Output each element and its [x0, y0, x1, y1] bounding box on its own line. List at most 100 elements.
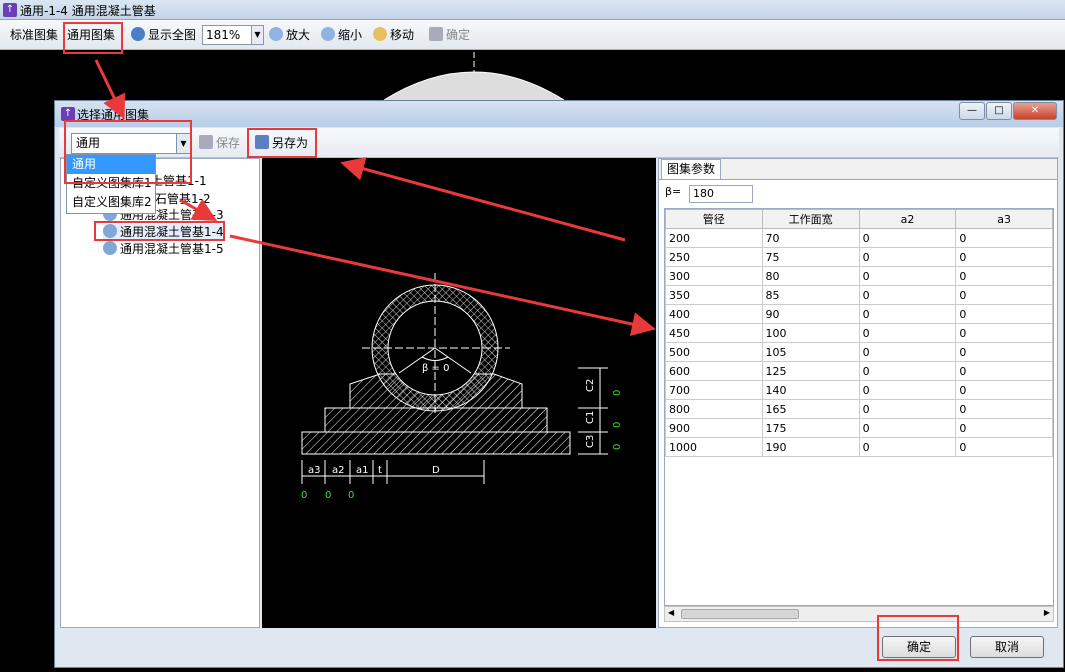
show-all-button[interactable]: 显示全图	[131, 26, 196, 44]
table-cell[interactable]: 0	[858, 247, 957, 267]
table-cell[interactable]: 140	[761, 380, 860, 400]
table-cell[interactable]: 1000	[665, 437, 763, 457]
table-cell[interactable]: 250	[665, 247, 763, 267]
maximize-button[interactable]: □	[986, 102, 1012, 120]
column-header[interactable]: a3	[955, 209, 1053, 229]
table-cell[interactable]: 0	[955, 285, 1053, 305]
table-cell[interactable]: 600	[665, 361, 763, 381]
dim-a3-value: 0	[301, 490, 307, 501]
dropdown-option[interactable]: 自定义图集库2	[67, 193, 155, 212]
table-cell[interactable]: 800	[665, 399, 763, 419]
table-cell[interactable]: 90	[761, 304, 860, 324]
table-cell[interactable]: 0	[858, 304, 957, 324]
table-cell[interactable]: 0	[955, 323, 1053, 343]
table-cell[interactable]: 70	[761, 228, 860, 248]
table-cell[interactable]: 100	[761, 323, 860, 343]
table-row: 450 100 0 0	[665, 323, 1053, 343]
table-cell[interactable]: 125	[761, 361, 860, 381]
dim-c2: C2	[585, 379, 596, 392]
close-button[interactable]: ✕	[1013, 102, 1057, 120]
table-cell[interactable]: 80	[761, 266, 860, 286]
table-cell[interactable]: 105	[761, 342, 860, 362]
table-row: 600 125 0 0	[665, 361, 1053, 381]
table-row: 800 165 0 0	[665, 399, 1053, 419]
toolbar-confirm-button[interactable]: 确定	[429, 26, 470, 44]
zoom-out-label: 缩小	[338, 28, 363, 42]
tab-params[interactable]: 图集参数	[661, 159, 721, 179]
scroll-left-icon[interactable]: ◀	[668, 608, 674, 617]
table-cell[interactable]: 0	[858, 342, 957, 362]
table-cell[interactable]: 0	[955, 266, 1053, 286]
scroll-right-icon[interactable]: ▶	[1044, 608, 1050, 617]
table-cell[interactable]: 0	[955, 418, 1053, 438]
save-button[interactable]: 保存	[199, 134, 240, 152]
tree-item-label: 通用混凝土管基1-5	[120, 242, 224, 256]
column-header[interactable]: 工作面宽	[761, 209, 860, 229]
table-row: 250 75 0 0	[665, 247, 1053, 267]
move-button[interactable]: 移动	[373, 26, 414, 44]
table-cell[interactable]: 900	[665, 418, 763, 438]
table-cell[interactable]: 0	[955, 304, 1053, 324]
chevron-down-icon: ▼	[251, 26, 263, 44]
table-cell[interactable]: 0	[955, 247, 1053, 267]
table-cell[interactable]: 165	[761, 399, 860, 419]
table-cell[interactable]: 175	[761, 418, 860, 438]
app-icon: ↑	[3, 3, 17, 17]
dim-c1: C1	[585, 411, 596, 424]
zoom-out-button[interactable]: 缩小	[321, 26, 362, 44]
table-cell[interactable]: 0	[955, 342, 1053, 362]
horizontal-scrollbar[interactable]: ◀ ▶	[664, 606, 1054, 622]
table-cell[interactable]: 450	[665, 323, 763, 343]
table-cell[interactable]: 0	[955, 361, 1053, 381]
table-row: 350 85 0 0	[665, 285, 1053, 305]
table-cell[interactable]: 0	[858, 418, 957, 438]
window-titlebar: ↑ 通用-1-4 通用混凝土管基	[0, 0, 1065, 20]
table-row: 400 90 0 0	[665, 304, 1053, 324]
column-header[interactable]: 管径	[665, 209, 763, 229]
table-cell[interactable]: 0	[955, 399, 1053, 419]
table-cell[interactable]: 0	[858, 399, 957, 419]
minimize-button[interactable]: —	[959, 102, 985, 120]
drawing-canvas: β = 0 C2 C1 C3 0 0 0 a3 a2 a1 t D 0 0 0	[262, 158, 656, 628]
tree-node-icon	[103, 241, 117, 255]
table-cell[interactable]: 700	[665, 380, 763, 400]
table-cell[interactable]: 350	[665, 285, 763, 305]
table-row: 500 105 0 0	[665, 342, 1053, 362]
highlight-tree-item	[94, 221, 225, 241]
table-cell[interactable]: 0	[858, 380, 957, 400]
tree-item[interactable]: 通用混凝土管基1-5	[103, 241, 224, 257]
table-row: 300 80 0 0	[665, 266, 1053, 286]
standard-atlas-button[interactable]: 标准图集	[10, 26, 58, 44]
table-cell[interactable]: 190	[761, 437, 860, 457]
table-cell[interactable]: 400	[665, 304, 763, 324]
table-cell[interactable]: 0	[858, 361, 957, 381]
dim-d: D	[432, 465, 440, 476]
cancel-button[interactable]: 取消	[970, 636, 1044, 658]
tree-item[interactable]: 石管基1-2	[155, 191, 211, 207]
table-cell[interactable]: 0	[858, 285, 957, 305]
table-cell[interactable]: 200	[665, 228, 763, 248]
main-toolbar: 标准图集 通用图集 显示全图 181% ▼ 放大 缩小 移动 确定	[0, 20, 1065, 50]
table-cell[interactable]: 0	[858, 228, 957, 248]
table-cell[interactable]: 0	[858, 266, 957, 286]
scrollbar-thumb[interactable]	[681, 609, 799, 619]
hand-icon	[373, 27, 387, 41]
table-cell[interactable]: 0	[955, 380, 1053, 400]
dialog-titlebar: ↑ 选择通用图集 — □ ✕	[55, 101, 1063, 127]
beta-input[interactable]: 180	[689, 185, 753, 203]
table-cell[interactable]: 85	[761, 285, 860, 305]
table-cell[interactable]: 0	[955, 228, 1053, 248]
tree-item-label: 石管基1-2	[155, 192, 211, 206]
table-cell[interactable]: 0	[858, 437, 957, 457]
table-cell[interactable]: 500	[665, 342, 763, 362]
table-cell[interactable]: 0	[955, 437, 1053, 457]
highlight-general-atlas	[63, 22, 123, 54]
zoom-select[interactable]: 181% ▼	[202, 25, 264, 45]
table-row: 700 140 0 0	[665, 380, 1053, 400]
show-all-label: 显示全图	[148, 28, 197, 42]
zoom-in-button[interactable]: 放大	[269, 26, 310, 44]
column-header[interactable]: a2	[858, 209, 957, 229]
table-cell[interactable]: 300	[665, 266, 763, 286]
table-cell[interactable]: 0	[858, 323, 957, 343]
table-cell[interactable]: 75	[761, 247, 860, 267]
